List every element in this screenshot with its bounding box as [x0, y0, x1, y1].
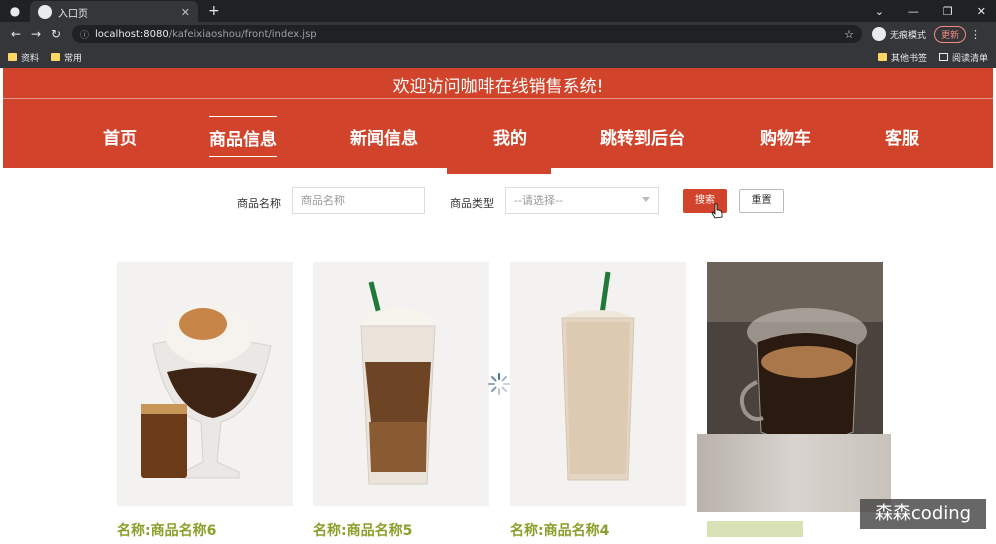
- folder-icon: [51, 53, 61, 61]
- main-nav: 首页 商品信息 新闻信息 我的 跳转到后台 购物车 客服: [3, 114, 993, 158]
- search-form: 商品名称 商品名称 商品类型 --请选择-- 搜索 重置: [0, 187, 996, 217]
- incognito-label: 无痕模式: [890, 30, 927, 41]
- reading-list-icon: [938, 53, 948, 61]
- browser-tab-strip: ● 入口页 ✕ + ⌄ — ❐ ✕: [0, 0, 996, 23]
- sundae-illustration: [117, 262, 293, 506]
- product-image[interactable]: [510, 262, 686, 506]
- product-card[interactable]: 名称:商品名称4: [510, 262, 686, 539]
- blurred-product-name: [707, 521, 803, 537]
- globe-icon: [38, 5, 52, 19]
- type-label: 商品类型: [450, 197, 494, 210]
- select-value: --请选择--: [514, 194, 563, 207]
- name-label: 商品名称: [237, 197, 281, 210]
- back-icon[interactable]: ←: [6, 27, 26, 41]
- product-name[interactable]: 名称:商品名称6: [117, 520, 216, 540]
- bookmark-label: 常用: [64, 53, 83, 64]
- folder-icon: [877, 53, 887, 61]
- loading-spinner-icon: [488, 373, 510, 395]
- nav-cart[interactable]: 购物车: [760, 124, 811, 149]
- url-path: /kafeixiaoshou/front/index.jsp: [168, 28, 317, 40]
- product-image[interactable]: [117, 262, 293, 506]
- close-window-icon[interactable]: ✕: [977, 5, 986, 18]
- nav-home[interactable]: 首页: [103, 124, 137, 149]
- minimize-icon[interactable]: —: [908, 5, 919, 18]
- tab-close-icon[interactable]: ✕: [181, 6, 190, 19]
- hand-cursor-icon: [711, 203, 723, 219]
- bookmark-folder-changyong[interactable]: 常用: [51, 51, 82, 64]
- menu-icon[interactable]: ⋮: [970, 28, 981, 41]
- bookmarks-bar: 资料 常用 其他书签 阅读清单: [0, 46, 996, 68]
- site-info-icon[interactable]: ⓘ: [80, 28, 89, 41]
- update-button[interactable]: 更新: [934, 25, 967, 43]
- reload-icon[interactable]: ↻: [46, 27, 66, 41]
- browser-tab[interactable]: 入口页 ✕: [30, 1, 198, 23]
- product-name[interactable]: 名称:商品名称4: [510, 520, 609, 540]
- url-bar[interactable]: ⓘ localhost:8080 /kafeixiaoshou/front/in…: [72, 25, 862, 43]
- incognito-indicator[interactable]: 无痕模式: [872, 27, 926, 41]
- new-tab-button[interactable]: +: [208, 3, 220, 19]
- product-name-input[interactable]: 商品名称: [292, 187, 425, 214]
- restore-icon[interactable]: ❐: [943, 5, 953, 18]
- forward-icon[interactable]: →: [26, 27, 46, 41]
- iced-latte-illustration: [313, 262, 489, 506]
- chevron-down-icon: [642, 197, 650, 202]
- folder-icon: [8, 53, 17, 61]
- bookmark-label: 资料: [21, 53, 40, 64]
- tab-title: 入口页: [58, 8, 88, 20]
- nav-products[interactable]: 商品信息: [209, 116, 277, 157]
- nav-admin[interactable]: 跳转到后台: [600, 124, 685, 149]
- product-type-select[interactable]: --请选择--: [505, 187, 659, 214]
- other-bookmarks[interactable]: 其他书签: [877, 51, 927, 64]
- frappuccino-illustration: [510, 262, 686, 506]
- bookmark-label: 阅读清单: [951, 53, 988, 64]
- product-name[interactable]: 名称:商品名称5: [313, 520, 412, 540]
- watermark: 森森coding: [860, 499, 986, 529]
- product-image[interactable]: [313, 262, 489, 506]
- bookmark-folder-ziliao[interactable]: 资料: [8, 51, 39, 64]
- welcome-banner: 欢迎访问咖啡在线销售系统!: [392, 77, 604, 97]
- product-card[interactable]: 名称:商品名称5: [313, 262, 489, 539]
- nav-news[interactable]: 新闻信息: [350, 124, 418, 149]
- incognito-icon: [872, 27, 886, 41]
- bookmark-label: 其他书签: [890, 53, 927, 64]
- nav-service[interactable]: 客服: [885, 124, 919, 149]
- url-host: localhost:8080: [95, 28, 169, 40]
- bookmark-star-icon[interactable]: ☆: [844, 28, 854, 41]
- header-divider: [3, 98, 993, 99]
- section-title-tab: [447, 168, 551, 174]
- window-controls: ⌄ — ❐ ✕: [875, 5, 996, 18]
- browser-logo-icon: ●: [9, 4, 21, 18]
- reset-button[interactable]: 重置: [739, 189, 784, 213]
- tab-search-icon[interactable]: ⌄: [875, 5, 884, 18]
- product-card[interactable]: 名称:商品名称6: [117, 262, 293, 539]
- site-header: 欢迎访问咖啡在线销售系统! 首页 商品信息 新闻信息 我的 跳转到后台 购物车 …: [3, 68, 993, 168]
- nav-mine[interactable]: 我的: [493, 124, 527, 149]
- reading-list[interactable]: 阅读清单: [938, 51, 988, 64]
- address-toolbar: ← → ↻ ⓘ localhost:8080 /kafeixiaoshou/fr…: [0, 22, 996, 46]
